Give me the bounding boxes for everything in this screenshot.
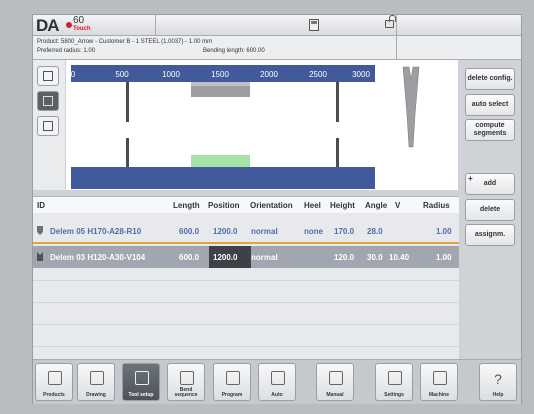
ruler-top: 0 500 1000 1500 2000 2500 3000: [71, 65, 375, 82]
tool-length: 600.0: [179, 227, 200, 236]
3d-view-button[interactable]: [37, 91, 59, 111]
delete-config-button[interactable]: delete config.: [465, 68, 515, 90]
col-radius[interactable]: Radius: [423, 201, 450, 210]
ruler-tick: 1000: [162, 70, 180, 79]
lower-right-post: [336, 138, 339, 167]
col-length[interactable]: Length: [173, 201, 200, 210]
table-row[interactable]: Delem 05 H170-A28-R10 600.0 1200.0 norma…: [33, 220, 459, 244]
product-line: Product: 5800_Arrow - Customer B - 1 STE…: [37, 39, 213, 45]
touch-label: Touch: [73, 26, 91, 32]
lower-left-post: [126, 138, 129, 167]
col-heel[interactable]: Heel: [304, 201, 321, 210]
tool-setup-drawing[interactable]: 0 500 1000 1500 2000 2500 3000: [66, 60, 458, 190]
assign-button[interactable]: assignm.: [465, 224, 515, 246]
tool-id: Delem 03 H120-A30-V104: [50, 253, 146, 262]
nav-bend-sequence[interactable]: Bend sequence: [167, 363, 205, 401]
product-info-bar: Product: 5800_Arrow - Customer B - 1 STE…: [33, 36, 521, 60]
punch-profile: [402, 66, 420, 148]
compute-segments-button[interactable]: compute segments: [465, 119, 515, 141]
upper-left-post: [126, 82, 129, 122]
tool-height: 120.0: [334, 253, 355, 262]
settings-icon: [388, 371, 402, 385]
ruler-tick: 0: [70, 70, 76, 79]
col-position[interactable]: Position: [208, 201, 240, 210]
tool-position[interactable]: 1200.0: [213, 253, 237, 262]
model-number: 60: [73, 15, 85, 26]
tool-radius: 1.00: [436, 253, 452, 262]
tool-id: Delem 05 H170-A28-R10: [50, 227, 142, 236]
bending-length: Bending length: 600.00: [203, 48, 265, 54]
hand-icon: [329, 371, 343, 385]
nav-drawing[interactable]: Drawing: [77, 363, 115, 401]
lower-beam: [71, 167, 375, 189]
tool-orientation: normal: [251, 253, 278, 262]
ruler-tick: 1500: [211, 70, 229, 79]
col-height[interactable]: Height: [330, 201, 355, 210]
folder-icon: [48, 371, 62, 385]
ruler-tick: 2500: [309, 70, 327, 79]
tool-orientation: normal: [251, 227, 278, 236]
delem-logo: DA 60 Touch: [36, 15, 91, 35]
lock-icon[interactable]: [385, 15, 396, 28]
die-tool[interactable]: [191, 155, 250, 167]
program-icon: [226, 371, 240, 385]
tool-table-header: ID Length Position Orientation Heel Heig…: [33, 196, 459, 214]
app-window: DA 60 Touch Product: 5800_Arrow - Custom…: [32, 14, 522, 404]
add-button[interactable]: + add: [465, 173, 515, 195]
tool-radius: 1.00: [436, 227, 452, 236]
calculator-icon[interactable]: [309, 19, 319, 31]
tool-setup-icon: [135, 371, 149, 385]
delete-button[interactable]: delete: [465, 199, 515, 221]
col-angle[interactable]: Angle: [365, 201, 387, 210]
3d-view-icon: [43, 96, 53, 106]
die-icon: [37, 252, 43, 261]
tool-length: 600.0: [179, 253, 200, 262]
nav-help[interactable]: ? Help: [479, 363, 517, 401]
nav-tool-setup[interactable]: Tool setup: [122, 363, 160, 401]
front-view-button[interactable]: [37, 66, 59, 86]
bend-sequence-icon: [180, 371, 194, 385]
col-orientation[interactable]: Orientation: [250, 201, 293, 210]
punch-tool[interactable]: [191, 82, 250, 97]
punch-icon: [37, 226, 43, 235]
bottom-navigation: Products Drawing Tool setup Bend sequenc…: [33, 359, 521, 404]
auto-select-button[interactable]: auto select: [465, 94, 515, 116]
drawing-icon: [90, 371, 104, 385]
help-icon: ?: [494, 371, 502, 387]
tool-height: 170.0: [334, 227, 355, 236]
nav-products[interactable]: Products: [35, 363, 73, 401]
ruler-tick: 2000: [260, 70, 278, 79]
machine-icon: [433, 371, 447, 385]
col-v[interactable]: V: [395, 201, 400, 210]
ruler-tick: 3000: [352, 70, 370, 79]
side-view-button[interactable]: [37, 116, 59, 136]
tool-angle: 28.0: [367, 227, 383, 236]
tool-angle: 30.0: [367, 253, 383, 262]
nav-program[interactable]: Program: [213, 363, 251, 401]
table-row-selected[interactable]: Delem 03 H120-A30-V104 600.0 1200.0 norm…: [33, 246, 459, 268]
tool-position: 1200.0: [213, 227, 238, 236]
front-view-icon: [43, 71, 53, 81]
play-icon: [271, 371, 285, 385]
side-view-icon: [43, 121, 53, 131]
preferred-radius: Preferred radius: 1.00: [37, 48, 96, 54]
tool-heel: none: [304, 227, 324, 236]
ruler-tick: 500: [115, 70, 129, 79]
tool-v: 10.40: [389, 253, 410, 262]
header-bar: DA 60 Touch: [33, 15, 521, 36]
nav-manual[interactable]: Manual: [316, 363, 354, 401]
nav-machine[interactable]: Machine: [420, 363, 458, 401]
upper-right-post: [336, 82, 339, 122]
nav-auto[interactable]: Auto: [258, 363, 296, 401]
col-id[interactable]: ID: [37, 201, 45, 210]
view-mode-strip: [33, 60, 65, 190]
nav-settings[interactable]: Settings: [375, 363, 413, 401]
plus-icon: +: [468, 174, 473, 183]
logo-dot: [66, 22, 72, 28]
